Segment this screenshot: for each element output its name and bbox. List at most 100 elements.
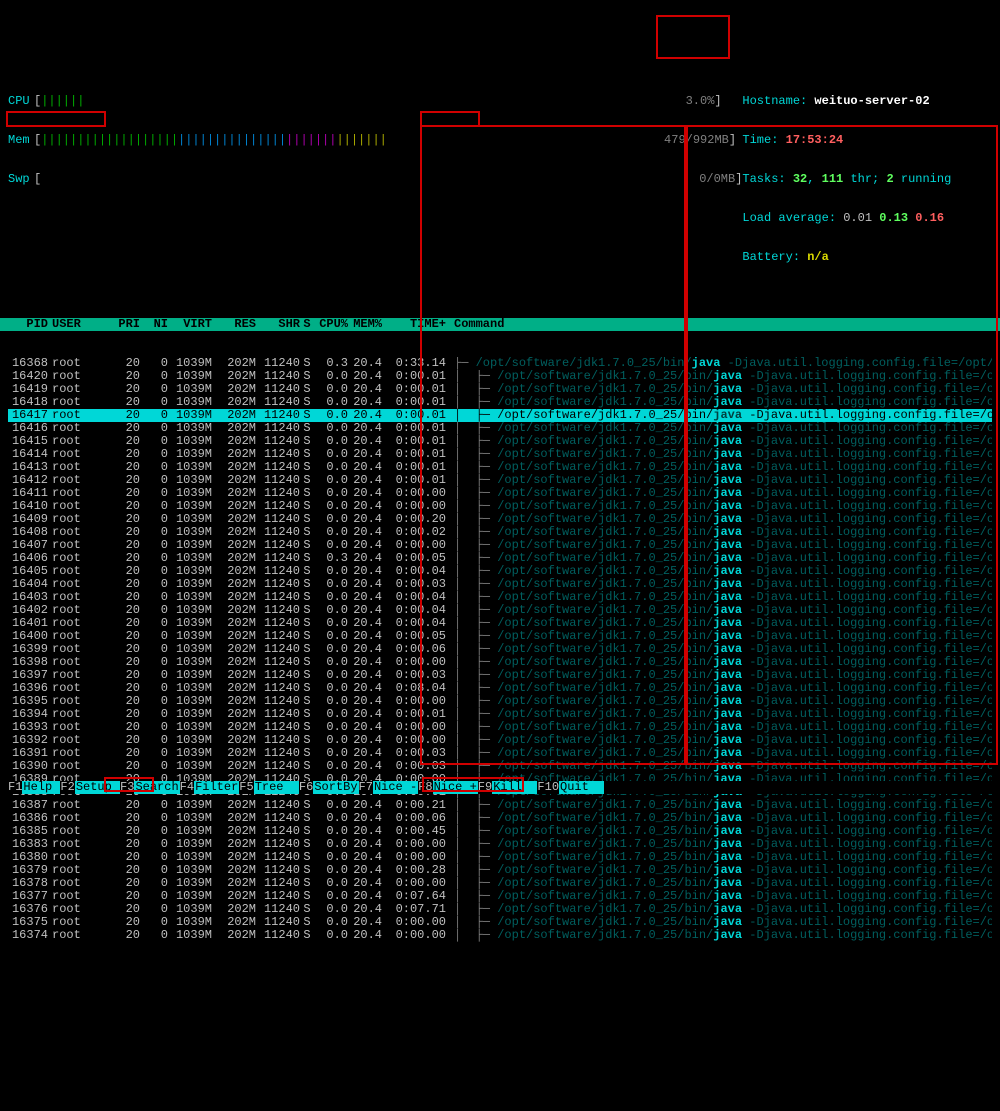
process-row[interactable]: 16399root2001039M202M11240S0.020.40:00.0… bbox=[8, 643, 992, 656]
cell-res: 202M bbox=[212, 799, 256, 812]
process-row[interactable]: 16415root2001039M202M11240S0.020.40:00.0… bbox=[8, 435, 992, 448]
cell-ni: 0 bbox=[140, 929, 168, 942]
col-time[interactable]: TIME+ bbox=[382, 318, 446, 331]
fnlabel-f6[interactable]: SortBy bbox=[313, 781, 358, 794]
cell-pri: 20 bbox=[108, 903, 140, 916]
process-row[interactable]: 16404root2001039M202M11240S0.020.40:00.0… bbox=[8, 578, 992, 591]
process-row[interactable]: 16403root2001039M202M11240S0.020.40:00.0… bbox=[8, 591, 992, 604]
col-pid[interactable]: PID bbox=[8, 318, 48, 331]
col-ni[interactable]: NI bbox=[140, 318, 168, 331]
cell-virt: 1039M bbox=[168, 877, 212, 890]
cell-pri: 20 bbox=[108, 877, 140, 890]
process-row[interactable]: 16414root2001039M202M11240S0.020.40:00.0… bbox=[8, 448, 992, 461]
cell-s: S bbox=[300, 799, 314, 812]
process-row[interactable]: 16410root2001039M202M11240S0.020.40:00.0… bbox=[8, 500, 992, 513]
cell-command: │ ├─ /opt/software/jdk1.7.0_25/bin/java … bbox=[446, 916, 992, 929]
cell-mem: 20.4 bbox=[348, 812, 382, 825]
process-row[interactable]: 16392root2001039M202M11240S0.020.40:00.0… bbox=[8, 734, 992, 747]
col-shr[interactable]: SHR bbox=[256, 318, 300, 331]
process-row[interactable]: 16375root2001039M202M11240S0.020.40:00.0… bbox=[8, 916, 992, 929]
process-row[interactable]: 16385root2001039M202M11240S0.020.40:00.4… bbox=[8, 825, 992, 838]
cell-s: S bbox=[300, 851, 314, 864]
process-row[interactable]: 16395root2001039M202M11240S0.020.40:00.0… bbox=[8, 695, 992, 708]
col-pri[interactable]: PRI bbox=[108, 318, 140, 331]
column-header[interactable]: PID USER PRI NI VIRT RES SHR S CPU% MEM%… bbox=[0, 318, 1000, 331]
process-row[interactable]: 16402root2001039M202M11240S0.020.40:00.0… bbox=[8, 604, 992, 617]
cell-pid: 16380 bbox=[8, 851, 48, 864]
process-row[interactable]: 16393root2001039M202M11240S0.020.40:00.0… bbox=[8, 721, 992, 734]
cell-user: root bbox=[48, 864, 108, 877]
process-row[interactable]: 16412root2001039M202M11240S0.020.40:00.0… bbox=[8, 474, 992, 487]
process-row[interactable]: 16383root2001039M202M11240S0.020.40:00.0… bbox=[8, 838, 992, 851]
cell-user: root bbox=[48, 929, 108, 942]
cell-shr: 11240 bbox=[256, 864, 300, 877]
process-row[interactable]: 16405root2001039M202M11240S0.020.40:00.0… bbox=[8, 565, 992, 578]
cell-pid: 16379 bbox=[8, 864, 48, 877]
fnlabel-f2[interactable]: Setup bbox=[75, 781, 120, 794]
fnlabel-f7[interactable]: Nice - bbox=[373, 781, 418, 794]
col-virt[interactable]: VIRT bbox=[168, 318, 212, 331]
fnlabel-f9[interactable]: Kill bbox=[492, 781, 537, 794]
process-row[interactable]: 16398root2001039M202M11240S0.020.40:00.0… bbox=[8, 656, 992, 669]
process-row[interactable]: 16390root2001039M202M11240S0.020.40:00.0… bbox=[8, 760, 992, 773]
process-row[interactable]: 16391root2001039M202M11240S0.020.40:00.0… bbox=[8, 747, 992, 760]
process-row[interactable]: 16416root2001039M202M11240S0.020.40:00.0… bbox=[8, 422, 992, 435]
process-row[interactable]: 16376root2001039M202M11240S0.020.40:07.7… bbox=[8, 903, 992, 916]
cell-s: S bbox=[300, 877, 314, 890]
process-row[interactable]: 16406root2001039M202M11240S0.320.40:00.0… bbox=[8, 552, 992, 565]
cell-mem: 20.4 bbox=[348, 877, 382, 890]
fnlabel-f5[interactable]: Tree bbox=[254, 781, 299, 794]
col-res[interactable]: RES bbox=[212, 318, 256, 331]
process-row[interactable]: 16374root2001039M202M11240S0.020.40:00.0… bbox=[8, 929, 992, 942]
process-row[interactable]: 16378root2001039M202M11240S0.020.40:00.0… bbox=[8, 877, 992, 890]
cell-command: │ ├─ /opt/software/jdk1.7.0_25/bin/java … bbox=[446, 409, 992, 422]
process-row[interactable]: 16380root2001039M202M11240S0.020.40:00.0… bbox=[8, 851, 992, 864]
cell-user: root bbox=[48, 877, 108, 890]
process-list[interactable]: 16368root2001039M202M11240S0.320.40:33.1… bbox=[0, 357, 1000, 942]
col-user[interactable]: USER bbox=[48, 318, 108, 331]
process-row[interactable]: 16407root2001039M202M11240S0.020.40:00.0… bbox=[8, 539, 992, 552]
process-row[interactable]: 16397root2001039M202M11240S0.020.40:00.0… bbox=[8, 669, 992, 682]
process-row[interactable]: 16401root2001039M202M11240S0.020.40:00.0… bbox=[8, 617, 992, 630]
process-row[interactable]: 16386root2001039M202M11240S0.020.40:00.0… bbox=[8, 812, 992, 825]
process-row[interactable]: 16419root2001039M202M11240S0.020.40:00.0… bbox=[8, 383, 992, 396]
col-cpu[interactable]: CPU% bbox=[314, 318, 348, 331]
cell-cpu: 0.0 bbox=[314, 851, 348, 864]
process-row[interactable]: 16379root2001039M202M11240S0.020.40:00.2… bbox=[8, 864, 992, 877]
fnlabel-f10[interactable]: Quit bbox=[559, 781, 604, 794]
cell-res: 202M bbox=[212, 812, 256, 825]
cell-user: root bbox=[48, 825, 108, 838]
process-row[interactable]: 16408root2001039M202M11240S0.020.40:00.0… bbox=[8, 526, 992, 539]
cell-s: S bbox=[300, 916, 314, 929]
process-row[interactable]: 16409root2001039M202M11240S0.020.40:00.2… bbox=[8, 513, 992, 526]
cell-pid: 16387 bbox=[8, 799, 48, 812]
cell-command: │ ├─ /opt/software/jdk1.7.0_25/bin/java … bbox=[446, 474, 992, 487]
col-s[interactable]: S bbox=[300, 318, 314, 331]
process-row[interactable]: 16377root2001039M202M11240S0.020.40:07.6… bbox=[8, 890, 992, 903]
col-command[interactable]: Command bbox=[446, 318, 992, 331]
cell-s: S bbox=[300, 838, 314, 851]
cell-command: │ ├─ /opt/software/jdk1.7.0_25/bin/java … bbox=[446, 656, 992, 669]
fnlabel-f4[interactable]: Filter bbox=[194, 781, 239, 794]
col-mem[interactable]: MEM% bbox=[348, 318, 382, 331]
fnkey-f5: F5 bbox=[239, 781, 253, 794]
process-row[interactable]: 16420root2001039M202M11240S0.020.40:00.0… bbox=[8, 370, 992, 383]
process-row[interactable]: 16394root2001039M202M11240S0.020.40:00.0… bbox=[8, 708, 992, 721]
process-row[interactable]: 16418root2001039M202M11240S0.020.40:00.0… bbox=[8, 396, 992, 409]
cell-cpu: 0.0 bbox=[314, 903, 348, 916]
cell-time: 0:00.28 bbox=[382, 864, 446, 877]
process-row[interactable]: 16411root2001039M202M11240S0.020.40:00.0… bbox=[8, 487, 992, 500]
cell-res: 202M bbox=[212, 929, 256, 942]
cell-command: │ ├─ /opt/software/jdk1.7.0_25/bin/java … bbox=[446, 864, 992, 877]
cell-command: │ ├─ /opt/software/jdk1.7.0_25/bin/java … bbox=[446, 890, 992, 903]
process-row[interactable]: 16368root2001039M202M11240S0.320.40:33.1… bbox=[8, 357, 992, 370]
process-row[interactable]: 16387root2001039M202M11240S0.020.40:00.2… bbox=[8, 799, 992, 812]
process-row[interactable]: 16396root2001039M202M11240S0.020.40:08.0… bbox=[8, 682, 992, 695]
fnlabel-f8[interactable]: Nice + bbox=[433, 781, 478, 794]
fnlabel-f1[interactable]: Help bbox=[22, 781, 60, 794]
process-row[interactable]: 16417root2001039M202M11240S0.020.40:00.0… bbox=[8, 409, 992, 422]
cell-virt: 1039M bbox=[168, 903, 212, 916]
process-row[interactable]: 16400root2001039M202M11240S0.020.40:00.0… bbox=[8, 630, 992, 643]
process-row[interactable]: 16413root2001039M202M11240S0.020.40:00.0… bbox=[8, 461, 992, 474]
fnlabel-f3[interactable]: Search bbox=[134, 781, 179, 794]
